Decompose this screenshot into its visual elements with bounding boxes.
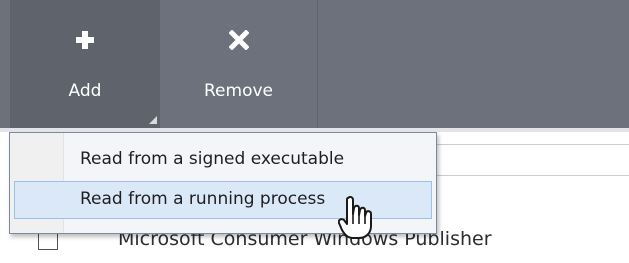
dropdown-caret-icon xyxy=(149,116,157,124)
menu-item-label: Read from a signed executable xyxy=(80,149,345,169)
add-dropdown-menu: Read from a signed executable Read from … xyxy=(9,132,437,234)
add-button[interactable]: Add xyxy=(10,0,160,128)
x-icon xyxy=(228,30,249,50)
remove-button[interactable]: Remove xyxy=(160,0,318,128)
menu-item-signed-executable[interactable]: Read from a signed executable xyxy=(14,141,432,179)
menu-item-label: Read from a running process xyxy=(80,189,326,209)
remove-button-label: Remove xyxy=(204,81,273,101)
hand-pointer-icon xyxy=(338,196,372,239)
app-window: Add Remove Microsoft Consumer Windows Pu… xyxy=(0,0,629,263)
filter-input[interactable] xyxy=(427,144,629,176)
add-button-label: Add xyxy=(68,81,102,101)
toolbar: Add Remove xyxy=(0,0,629,128)
plus-icon xyxy=(76,31,94,49)
